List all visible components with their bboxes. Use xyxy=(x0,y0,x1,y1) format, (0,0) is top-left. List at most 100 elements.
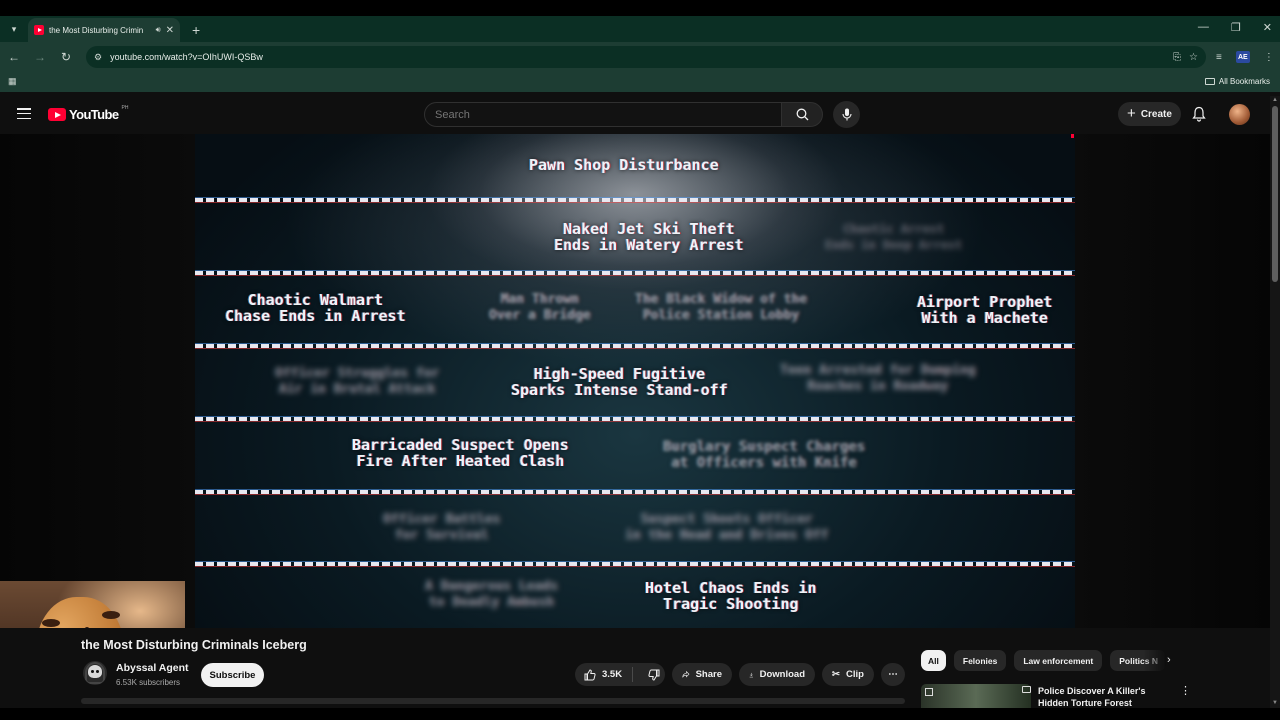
new-tab-icon[interactable]: + xyxy=(192,22,200,38)
create-button[interactable]: + Create xyxy=(1118,102,1181,126)
all-bookmarks-button[interactable]: All Bookmarks xyxy=(1204,77,1270,86)
thumbs-up-icon xyxy=(584,668,596,680)
window-close-icon[interactable]: ✕ xyxy=(1263,21,1272,34)
reading-list-icon[interactable]: ≡ xyxy=(1216,52,1222,63)
tab-audio-icon[interactable]: 🔊︎ xyxy=(156,25,161,35)
iceberg-divider xyxy=(195,562,1075,566)
cookie-overlay-image xyxy=(0,581,185,628)
iceberg-entry-line: Officer Battles xyxy=(383,512,501,527)
youtube-play-icon xyxy=(48,108,66,121)
download-button[interactable]: Download xyxy=(739,663,815,686)
recommended-thumbnail[interactable] xyxy=(921,684,1031,708)
watch-metadata: the Most Disturbing Criminals Iceberg Ab… xyxy=(0,628,1270,708)
iceberg-entry-line: Naked Jet Ski Theft xyxy=(563,220,735,238)
clip-button[interactable]: ✂ Clip xyxy=(822,663,874,686)
browser-tab-active[interactable]: the Most Disturbing Crimin 🔊︎ ✕ xyxy=(28,18,180,42)
iceberg-entry-line: Chase Ends in Arrest xyxy=(225,307,406,325)
iceberg-entry-line: to Deadly Ambush xyxy=(428,595,555,610)
like-count: 3.5K xyxy=(602,669,623,680)
microphone-icon xyxy=(841,108,852,121)
iceberg-entry-blurred: Officer Struggles for Air in Brutal Atta… xyxy=(275,366,439,398)
voice-search-button[interactable] xyxy=(833,101,860,128)
iceberg-entry-line: in the Head and Drives Off xyxy=(625,528,829,543)
iceberg-entry-line: Barricaded Suspect Opens xyxy=(352,436,569,454)
minimize-icon[interactable]: — xyxy=(1198,21,1209,34)
iceberg-divider xyxy=(195,417,1075,421)
description-box-edge xyxy=(81,698,905,704)
iceberg-entry-line: Chaotic Arrest xyxy=(843,222,945,236)
more-horizontal-icon: ⋯ xyxy=(888,669,898,680)
thumbnail-badge-icon xyxy=(925,688,933,696)
share-icon xyxy=(682,670,690,678)
scroll-down-icon[interactable]: ▼ xyxy=(1272,700,1278,706)
download-label: Download xyxy=(759,669,805,680)
url-text[interactable]: youtube.com/watch?v=OIhUWI-QSBw xyxy=(110,52,1165,62)
share-button[interactable]: Share xyxy=(672,663,732,686)
search-input[interactable] xyxy=(435,108,771,121)
browser-tab-strip: ▾ the Most Disturbing Crimin 🔊︎ ✕ + — ❐ … xyxy=(0,16,1280,42)
reload-icon[interactable]: ↻ xyxy=(54,50,78,64)
country-code: PH xyxy=(121,105,129,111)
video-frame[interactable]: Pawn Shop Disturbance Naked Jet Ski Thef… xyxy=(195,134,1075,628)
channel-name[interactable]: Abyssal Agent xyxy=(116,662,189,674)
tv-icon xyxy=(1022,686,1031,693)
chip-politics[interactable]: Politics N xyxy=(1110,650,1167,671)
like-button[interactable]: 3.5K xyxy=(575,667,633,682)
iceberg-entry-line: Teen Arrested for Dumping xyxy=(780,363,976,378)
apps-grid-icon[interactable]: ▦ xyxy=(8,76,17,87)
account-avatar[interactable] xyxy=(1229,104,1250,125)
iceberg-entry-line: Hotel Chaos Ends in xyxy=(645,579,817,597)
search-box[interactable] xyxy=(424,102,782,127)
back-icon[interactable]: ← xyxy=(2,50,26,64)
thumbs-down-icon xyxy=(648,669,660,681)
iceberg-divider xyxy=(195,344,1075,348)
notifications-bell-icon[interactable] xyxy=(1192,106,1206,122)
extension-ae-icon[interactable]: AE xyxy=(1235,51,1250,63)
plus-icon: + xyxy=(1127,104,1136,122)
iceberg-entry-line: Ends in Deep Arrest xyxy=(825,238,963,252)
youtube-favicon-icon xyxy=(34,25,44,35)
related-chips: All Felonies Law enforcement Politics N xyxy=(921,650,1167,671)
bookmark-star-icon[interactable]: ☆ xyxy=(1189,52,1198,63)
iceberg-entry-blurred: The Black Widow of the Police Station Lo… xyxy=(635,292,807,324)
more-actions-button[interactable]: ⋯ xyxy=(881,663,905,686)
iceberg-divider xyxy=(195,490,1075,494)
cookie-character xyxy=(36,597,124,628)
scroll-up-icon[interactable]: ▲ xyxy=(1272,97,1278,103)
chip-all[interactable]: All xyxy=(921,650,946,671)
chip-law-enforcement[interactable]: Law enforcement xyxy=(1014,650,1103,671)
site-info-icon[interactable]: ⚙ xyxy=(94,52,102,63)
guide-menu-icon[interactable] xyxy=(17,108,31,119)
omnibox[interactable]: ⚙ youtube.com/watch?v=OIhUWI-QSBw ⎘ ☆ xyxy=(86,46,1206,68)
youtube-logo[interactable]: YouTube PH xyxy=(48,105,129,122)
os-top-bar xyxy=(0,0,1280,16)
video-title: the Most Disturbing Criminals Iceberg xyxy=(81,638,307,652)
subscribe-button[interactable]: Subscribe xyxy=(201,663,264,687)
iceberg-entry-blurred: Teen Arrested for Dumping Roaches in Roa… xyxy=(780,363,976,395)
page-scrollbar[interactable]: ▲ ▼ xyxy=(1270,96,1280,708)
tab-search-icon[interactable]: ▾ xyxy=(4,19,24,39)
recommended-video-title[interactable]: Police Discover A Killer's Hidden Tortur… xyxy=(1022,685,1158,709)
browser-menu-icon[interactable]: ⋮ xyxy=(1264,52,1274,63)
scrollbar-thumb[interactable] xyxy=(1272,106,1278,282)
ambient-left xyxy=(0,134,195,628)
tab-title: the Most Disturbing Crimin xyxy=(49,25,144,35)
channel-avatar[interactable] xyxy=(83,661,107,685)
chevron-right-icon[interactable]: › xyxy=(1167,654,1171,666)
create-label: Create xyxy=(1140,108,1172,120)
dislike-button[interactable] xyxy=(639,669,660,681)
forward-icon[interactable]: → xyxy=(28,50,52,64)
more-vertical-icon[interactable]: ⋮ xyxy=(1180,684,1191,697)
iceberg-entry: Hotel Chaos Ends in Tragic Shooting xyxy=(645,580,817,612)
iceberg-entry-line: With a Machete xyxy=(921,309,1048,327)
install-app-icon[interactable]: ⎘ xyxy=(1173,52,1181,63)
restore-icon[interactable]: ❐ xyxy=(1231,21,1241,34)
search-button[interactable] xyxy=(781,102,823,127)
chip-felonies[interactable]: Felonies xyxy=(953,650,1007,671)
tab-close-icon[interactable]: ✕ xyxy=(166,25,174,36)
choc-chip xyxy=(42,619,60,627)
logo-wordmark: YouTube xyxy=(69,107,119,122)
iceberg-entry-blurred: Suspect Shoots Officer in the Head and D… xyxy=(625,512,829,544)
iceberg-entry-blurred: Burglary Suspect Charges at Officers wit… xyxy=(663,439,865,471)
video-player[interactable]: Pawn Shop Disturbance Naked Jet Ski Thef… xyxy=(0,134,1270,628)
